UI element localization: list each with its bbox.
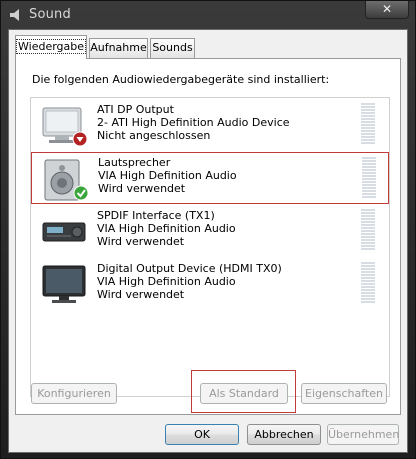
list-item[interactable]: SPDIF Interface (TX1) VIA High Definitio… bbox=[31, 205, 389, 257]
device-status: Nicht angeschlossen bbox=[97, 129, 211, 142]
level-meter bbox=[361, 209, 375, 253]
playback-panel: Die folgenden Audiowiedergabegeräte sind… bbox=[15, 58, 401, 415]
dialog-client: Wiedergabe Aufnahme Sounds Die folgenden… bbox=[8, 29, 408, 453]
device-status: Wird verwendet bbox=[97, 288, 185, 301]
ok-button[interactable]: OK bbox=[165, 424, 239, 445]
level-meter bbox=[362, 157, 376, 201]
device-driver: VIA High Definition Audio bbox=[98, 169, 237, 182]
list-item[interactable]: Digital Output Device (HDMI TX0) VIA Hig… bbox=[31, 258, 389, 310]
level-meter bbox=[361, 103, 375, 147]
device-list[interactable]: ATI DP Output 2- ATI High Definition Aud… bbox=[30, 97, 390, 397]
apply-button[interactable]: Übernehmen bbox=[327, 424, 399, 445]
device-name: SPDIF Interface (TX1) bbox=[97, 209, 215, 222]
device-driver: 2- ATI High Definition Audio Device bbox=[97, 116, 290, 129]
device-name: ATI DP Output bbox=[97, 103, 174, 116]
device-name: Digital Output Device (HDMI TX0) bbox=[97, 262, 282, 275]
configure-button[interactable]: Konfigurieren bbox=[31, 383, 117, 404]
speaker-icon bbox=[10, 9, 19, 21]
device-list-caption: Die folgenden Audiowiedergabegeräte sind… bbox=[32, 73, 330, 86]
window-title: Sound bbox=[29, 7, 71, 22]
device-name: Lautsprecher bbox=[98, 156, 171, 169]
close-button[interactable]: ✕ bbox=[365, 1, 409, 19]
set-default-button[interactable]: Als Standard bbox=[200, 383, 288, 404]
speaker-icon bbox=[44, 159, 89, 201]
level-meter bbox=[361, 262, 375, 306]
device-driver: VIA High Definition Audio bbox=[97, 222, 236, 235]
device-status: Wird verwendet bbox=[97, 235, 185, 248]
properties-button[interactable]: Eigenschaften bbox=[301, 383, 387, 404]
monitor-speaker-icon bbox=[42, 107, 88, 147]
tab-sounds[interactable]: Sounds bbox=[150, 38, 195, 58]
tab-aufnahme[interactable]: Aufnahme bbox=[89, 38, 148, 58]
title-bar[interactable]: Sound ✕ bbox=[1, 1, 415, 29]
receiver-icon bbox=[42, 222, 86, 242]
list-item[interactable]: Lautsprecher VIA High Definition Audio W… bbox=[31, 152, 389, 204]
sound-dialog: Sound ✕ Wiedergabe Aufnahme Sounds Die f… bbox=[0, 0, 416, 459]
device-status: Wird verwendet bbox=[98, 182, 186, 195]
cancel-button[interactable]: Abbrechen bbox=[247, 424, 321, 445]
default-check-icon bbox=[73, 185, 89, 201]
tab-label: Wiedergabe bbox=[16, 39, 87, 54]
tab-wiedergabe[interactable]: Wiedergabe bbox=[15, 35, 87, 59]
list-item[interactable]: ATI DP Output 2- ATI High Definition Aud… bbox=[31, 99, 389, 151]
device-driver: VIA High Definition Audio bbox=[97, 275, 236, 288]
tv-icon bbox=[42, 265, 86, 303]
